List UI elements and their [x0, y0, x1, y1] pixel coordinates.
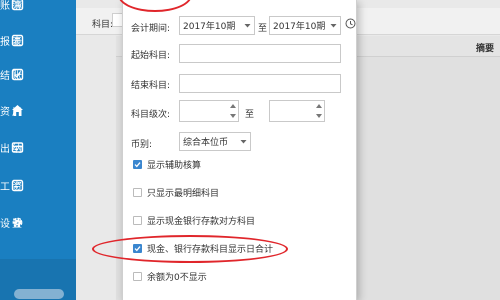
sidebar-item-assets[interactable]: 资产 [0, 92, 76, 128]
checkbox-checked-icon[interactable] [133, 159, 142, 169]
level-to-separator: 至 [245, 110, 255, 120]
option-label: 显示辅助核算 [147, 160, 202, 171]
period-label: 会计期间: [131, 24, 171, 34]
checkbox-icon[interactable] [133, 187, 142, 197]
period-from-select[interactable]: 2017年10期 [179, 16, 255, 35]
option-label: 显示现金银行存款对方科目 [147, 216, 256, 227]
stepper-arrows-icon[interactable] [230, 104, 236, 118]
end-subject-label: 结束科目: [131, 81, 171, 91]
clock-icon[interactable] [345, 18, 356, 32]
chevron-down-icon [240, 138, 247, 145]
annotation-ellipse-daily-total [92, 235, 288, 263]
sidebar-item-settings[interactable]: 设置 [0, 204, 76, 240]
level-to-stepper[interactable] [269, 100, 325, 122]
period-from-value: 2017年10期 [183, 22, 236, 32]
start-subject-label: 起始科目: [131, 51, 171, 61]
sidebar-item-label: 账簿 [0, 0, 24, 12]
option-show-counter-account[interactable]: 显示现金银行存款对方科目 [133, 213, 255, 227]
currency-label: 币别: [131, 140, 153, 150]
sidebar-item-label: 报表 [0, 36, 24, 48]
currency-value: 综合本位币 [183, 138, 229, 148]
checkbox-icon[interactable] [133, 271, 142, 281]
subject-level-label: 科目级次: [131, 110, 171, 120]
sidebar-item-salary[interactable]: 工资 [0, 167, 76, 203]
sidebar-footer [0, 259, 76, 300]
sidebar-item-cashier[interactable]: 出纳 [0, 129, 76, 165]
start-subject-input[interactable] [179, 44, 341, 63]
checkbox-icon[interactable] [133, 215, 142, 225]
option-hide-zero-balance[interactable]: 余额为0不显示 [133, 269, 207, 283]
sidebar-footer-button[interactable] [14, 289, 64, 299]
level-from-stepper[interactable] [179, 100, 239, 122]
option-label: 只显示最明细科目 [147, 188, 220, 199]
chevron-down-icon [330, 22, 337, 29]
stepper-arrows-icon[interactable] [316, 104, 322, 118]
period-to-select[interactable]: 2017年10期 [269, 16, 341, 35]
sidebar-item-close-account[interactable]: 结账 [0, 56, 76, 92]
period-to-value: 2017年10期 [273, 22, 326, 32]
option-show-auxiliary[interactable]: 显示辅助核算 [133, 157, 201, 171]
currency-select[interactable]: 综合本位币 [179, 132, 251, 151]
filter-label: 科目: [92, 20, 114, 30]
sidebar-item-ledger[interactable]: 账簿 [0, 0, 76, 22]
period-to-separator: 至 [258, 24, 268, 34]
sidebar: 账簿 报表 结账 资产 出纳 工资 设置 [0, 0, 76, 300]
sidebar-item-label: 结账 [0, 70, 24, 82]
chevron-down-icon [244, 22, 251, 29]
column-header-summary: 摘要 [476, 44, 495, 54]
sidebar-item-label: 工资 [0, 181, 24, 193]
option-label: 余额为0不显示 [147, 272, 207, 283]
sidebar-item-label: 资产 [0, 106, 24, 118]
option-show-detail-only[interactable]: 只显示最明细科目 [133, 185, 219, 199]
sidebar-item-label: 设置 [0, 218, 24, 230]
sidebar-item-report[interactable]: 报表 [0, 22, 76, 58]
sidebar-item-label: 出纳 [0, 143, 24, 155]
end-subject-input[interactable] [179, 74, 341, 93]
